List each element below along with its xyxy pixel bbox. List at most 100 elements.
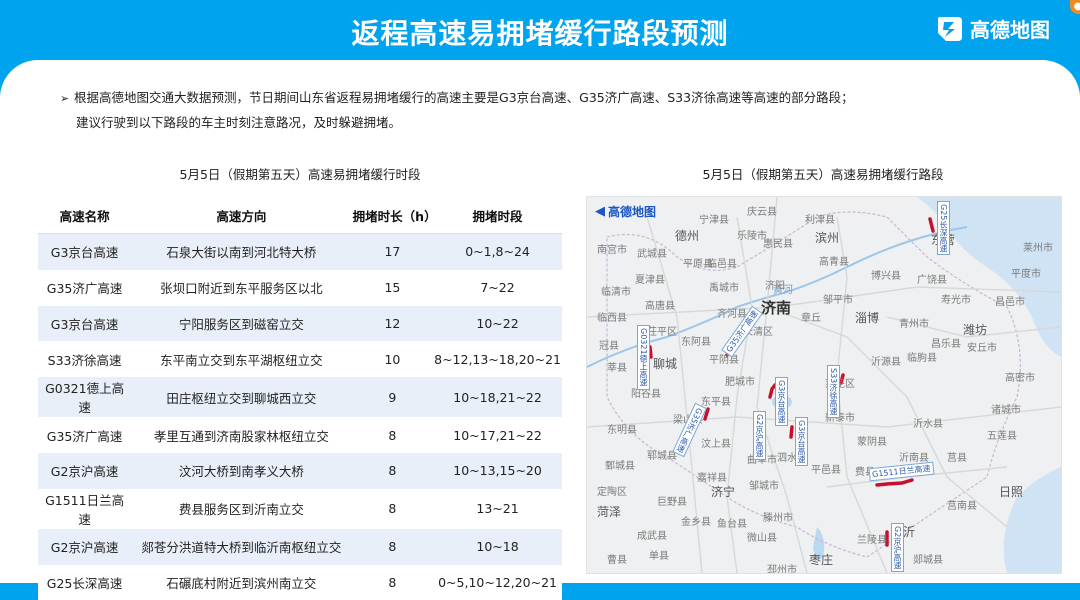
cell-time: 7~22 xyxy=(433,269,562,306)
table-row: G3京台高速 石泉大街以南到河北特大桥 17 0~1,8~24 xyxy=(38,233,562,270)
county-label: 微山县 xyxy=(747,533,777,544)
county-label: 高青县 xyxy=(819,257,849,268)
county-label: 郯城县 xyxy=(913,555,943,566)
table-row: G2京沪高速 汶河大桥到南孝义大桥 8 10~13,15~20 xyxy=(38,452,562,489)
county-label: 东明县 xyxy=(607,425,637,436)
intro-line-2: 建议行驶到以下路段的车主时刻注意路况，及时躲避拥堵。 xyxy=(76,115,402,130)
road-label-g25: G25长深高速 xyxy=(937,201,950,256)
map-logo: ◀ 高德地图 xyxy=(595,204,657,219)
cell-time: 10~18 xyxy=(433,528,562,565)
county-label: 禹城市 xyxy=(709,283,739,294)
header-direction: 高速方向 xyxy=(131,197,352,234)
cell-duration: 8 xyxy=(351,488,434,529)
cell-direction: 田庄枢纽立交到聊城西立交 xyxy=(131,377,352,418)
amap-logo-icon xyxy=(938,17,962,41)
cell-time: 10~18,21~22 xyxy=(433,377,562,418)
cell-duration: 8 xyxy=(351,452,434,489)
map-logo-arrow-icon: ◀ xyxy=(595,204,605,219)
jam-segment-g0321 xyxy=(648,345,653,359)
county-label: 安丘市 xyxy=(967,343,997,354)
county-label: 巨野县 xyxy=(657,497,687,508)
road-label-g0321: G0321德上高速 xyxy=(637,325,650,390)
cell-highway: G1511日兰高速 xyxy=(38,488,132,529)
city-label-binzhou: 滨州 xyxy=(815,231,840,245)
city-label-linyi: 沂 xyxy=(903,525,916,539)
county-label: 嘉祥县 xyxy=(697,473,727,484)
county-label: 昌邑市 xyxy=(995,297,1025,308)
cell-direction: 石碾底村附近到滨州南立交 xyxy=(131,564,352,600)
county-label: 惠民县 xyxy=(763,239,793,250)
county-label: 济阳 xyxy=(765,281,785,292)
county-label: 章丘 xyxy=(801,313,821,324)
table-row: G0321德上高速 田庄枢纽立交到聊城西立交 9 10~18,21~22 xyxy=(38,377,562,418)
county-label: 博兴县 xyxy=(871,271,901,282)
cell-time: 0~1,8~24 xyxy=(433,233,562,270)
county-label: 冠县 xyxy=(599,341,619,352)
cell-duration: 12 xyxy=(351,305,434,342)
cell-duration: 15 xyxy=(351,269,434,306)
county-label: 青州市 xyxy=(899,319,929,330)
county-label: 武城县 xyxy=(637,249,667,260)
page-title: 返程高速易拥堵缓行路段预测 xyxy=(351,17,729,50)
cell-direction: 孝里互通到济南股家林枢纽立交 xyxy=(131,417,352,453)
cell-direction: 东平南立交到东平湖枢纽立交 xyxy=(131,341,352,378)
table-header-row: 高速名称 高速方向 拥堵时长（h） 拥堵时段 xyxy=(38,197,562,234)
cell-direction: 宁阳服务区到磁窑立交 xyxy=(131,305,352,342)
road-label-s33: S33济徐高速 xyxy=(827,365,840,419)
cell-highway: G35济广高速 xyxy=(38,269,132,306)
county-label: 平邑县 xyxy=(811,465,841,476)
map-caption: 5月5日（假期第五天）高速易拥堵缓行路段 xyxy=(702,167,944,182)
county-label: 鄄城县 xyxy=(605,461,635,472)
county-label: 高密市 xyxy=(1005,373,1035,384)
county-label: 临清市 xyxy=(601,287,631,298)
county-label: 汶上县 xyxy=(701,439,731,450)
county-label: 莱州市 xyxy=(1023,243,1053,254)
cell-duration: 8 xyxy=(351,528,434,565)
cell-highway: G25长深高速 xyxy=(38,564,132,600)
table-row: G3京台高速 宁阳服务区到磁窑立交 12 10~22 xyxy=(38,305,562,342)
cell-duration: 17 xyxy=(351,233,434,270)
cell-time: 10~13,15~20 xyxy=(433,452,562,489)
county-label: 夏津县 xyxy=(635,275,665,286)
congestion-table: 高速名称 高速方向 拥堵时长（h） 拥堵时段 G3京台高速 石泉大街以南到河北特大… xyxy=(38,197,562,600)
county-label: 邹城市 xyxy=(749,481,779,492)
cell-time: 13~21 xyxy=(433,488,562,529)
county-label: 利津县 xyxy=(805,215,835,226)
county-label: 曹县 xyxy=(607,555,627,566)
county-label: 邳州市 xyxy=(767,565,797,574)
county-label: 寿光市 xyxy=(941,295,971,306)
table-row: G1511日兰高速 费县服务区到沂南立交 8 13~21 xyxy=(38,488,562,529)
city-label-jining: 济宁 xyxy=(711,485,736,499)
cell-duration: 8 xyxy=(351,564,434,600)
county-label: 沂水县 xyxy=(913,419,943,430)
county-label: 南宫市 xyxy=(597,245,627,256)
road-label-g3-a: G3京台高速 xyxy=(775,377,788,427)
cell-highway: G2京沪高速 xyxy=(38,528,132,565)
header-highway-name: 高速名称 xyxy=(38,197,132,234)
county-label: 临朐县 xyxy=(907,353,937,364)
intro-text: ➢ 根据高德地图交通大数据预测，节日期间山东省返程易拥堵缓行的高速主要是G3京台高… xyxy=(60,86,1050,135)
county-label: 平原县 xyxy=(683,259,713,270)
cell-direction: 张坝口附近到东平服务区以北 xyxy=(131,269,352,306)
county-label: 临西县 xyxy=(597,313,627,324)
cell-direction: 郯苍分洪道特大桥到临沂南枢纽立交 xyxy=(131,528,352,565)
city-label-dezhou: 德州 xyxy=(675,229,700,243)
cell-highway: G3京台高速 xyxy=(38,305,132,342)
county-label: 鱼台县 xyxy=(717,519,747,530)
county-label: 金乡县 xyxy=(681,517,711,528)
county-label: 滕州市 xyxy=(763,513,793,524)
congestion-map[interactable]: ◀ 高德地图 济南 东营 淄博 潍坊 聊城 济宁 沂 日照 德州 滨州 菏泽 枣… xyxy=(586,196,1062,574)
cell-direction: 费县服务区到沂南立交 xyxy=(131,488,352,529)
table-caption: 5月5日（假期第五天）高速易拥堵缓行时段 xyxy=(179,167,421,182)
cell-highway: G35济广高速 xyxy=(38,417,132,453)
cell-highway: G0321德上高速 xyxy=(38,377,132,418)
table-row: S33济徐高速 东平南立交到东平湖枢纽立交 10 8~12,13~18,20~21 xyxy=(38,341,562,378)
cell-duration: 10 xyxy=(351,341,434,378)
county-label: 定陶区 xyxy=(597,487,627,498)
county-label: 莒南县 xyxy=(947,501,977,512)
table-row: G35济广高速 张坝口附近到东平服务区以北 15 7~22 xyxy=(38,269,562,306)
cell-direction: 汶河大桥到南孝义大桥 xyxy=(131,452,352,489)
cell-time: 8~12,13~18,20~21 xyxy=(433,341,562,378)
county-label: 东平县 xyxy=(701,397,731,408)
city-label-weifang: 潍坊 xyxy=(963,323,988,337)
